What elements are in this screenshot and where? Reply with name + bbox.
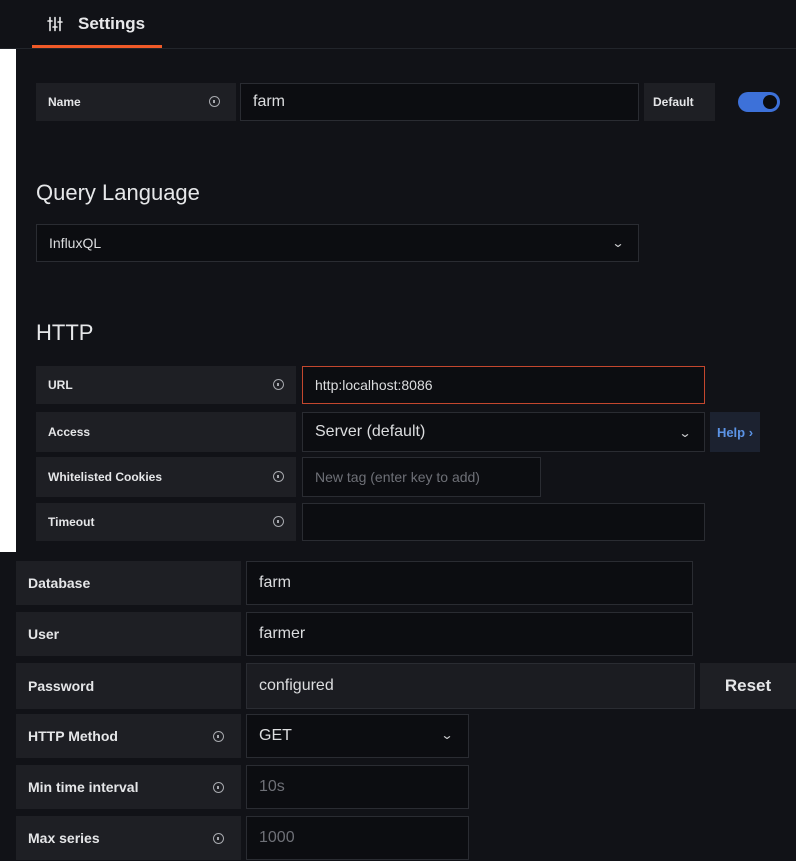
max-series-label: Max series [16,816,241,860]
http-method-label: HTTP Method [16,714,241,758]
timeout-info-icon[interactable] [273,516,284,527]
help-button[interactable]: Help › [710,412,760,452]
url-info-icon[interactable] [273,379,284,390]
tab-settings[interactable]: Settings [32,0,162,48]
toggle-knob [763,95,777,109]
query-language-value: InfluxQL [49,235,102,251]
http-method-select[interactable]: GET [246,714,469,758]
user-input[interactable]: farmer [246,612,693,656]
whitelisted-cookies-input[interactable]: New tag (enter key to add) [302,457,541,497]
http-method-value: GET [259,727,292,744]
chevron-down-icon: ⌄ [611,236,625,250]
name-label: Name [36,83,236,121]
user-label: User [16,612,241,656]
min-time-interval-input[interactable]: 10s [246,765,469,809]
access-label: Access [36,412,296,452]
query-language-select[interactable]: InfluxQL [36,224,639,262]
url-label: URL [36,366,296,404]
database-label: Database [16,561,241,605]
http-heading: HTTP [36,320,94,345]
max-series-input[interactable]: 1000 [246,816,469,860]
settings-page: Settings Name farm Default Query Languag… [0,0,800,861]
right-edge [796,0,800,861]
name-input[interactable]: farm [240,83,639,121]
url-input[interactable]: http:localhost:8086 [302,366,705,404]
database-input[interactable]: farm [246,561,693,605]
reset-button[interactable]: Reset [700,663,796,709]
password-label: Password [16,663,241,709]
default-label: Default [644,83,715,121]
max-series-info-icon[interactable] [213,833,224,844]
http-method-info-icon[interactable] [213,731,224,742]
access-select[interactable]: Server (default) [302,412,705,452]
min-time-interval-label: Min time interval [16,765,241,809]
access-value: Server (default) [315,423,426,440]
password-input[interactable]: configured [246,663,695,709]
tab-active-indicator [32,45,162,48]
whitelisted-cookies-label: Whitelisted Cookies [36,457,296,497]
timeout-input[interactable] [302,503,705,541]
chevron-down-icon: ⌄ [678,426,692,440]
name-info-icon[interactable] [209,96,220,107]
cookies-info-icon[interactable] [273,471,284,482]
timeout-label: Timeout [36,503,296,541]
tab-settings-label: Settings [78,14,146,33]
sliders-icon [47,16,63,32]
chevron-down-icon: ⌄ [440,728,454,742]
default-toggle[interactable] [738,92,780,112]
query-language-heading: Query Language [36,180,200,205]
min-time-interval-info-icon[interactable] [213,782,224,793]
